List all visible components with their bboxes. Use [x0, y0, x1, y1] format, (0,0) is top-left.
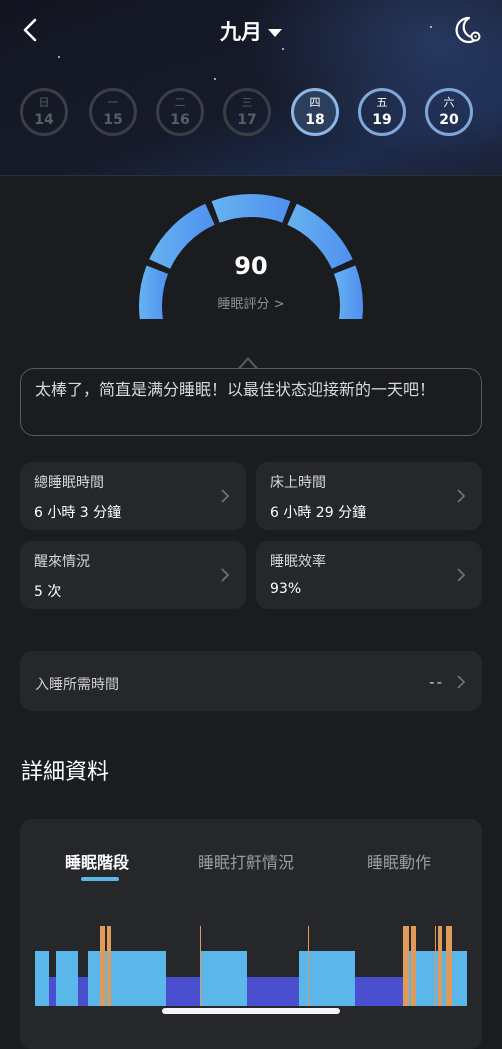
home-indicator	[162, 1008, 340, 1014]
day-14[interactable]: 日 14	[20, 88, 68, 136]
total-sleep-card[interactable]: 總睡眠時間 6 小時 3 分鐘	[20, 462, 246, 530]
latency-value: --	[429, 673, 444, 691]
chevron-right-icon	[221, 568, 230, 582]
month-label: 九月	[220, 20, 262, 44]
awake-marker	[107, 926, 111, 1006]
star-decoration	[58, 56, 60, 58]
card-value: 6 小時 29 分鐘	[270, 505, 367, 521]
date-label: 14	[34, 112, 54, 128]
awake-marker	[411, 926, 416, 1006]
weekday-label: 二	[174, 96, 186, 109]
awake-marker	[403, 926, 409, 1006]
details-panel: 睡眠階段 睡眠打鼾情況 睡眠動作	[20, 819, 482, 1049]
day-16[interactable]: 二 16	[156, 88, 204, 136]
date-label: 19	[372, 112, 392, 128]
date-label: 20	[439, 112, 459, 128]
weekday-label: 六	[443, 96, 455, 109]
sleep-score-link[interactable]: 睡眠評分 >	[0, 293, 502, 312]
in-bed-card[interactable]: 床上時間 6 小時 29 分鐘	[256, 462, 482, 530]
awake-marker	[446, 926, 452, 1006]
day-20[interactable]: 六 20	[425, 88, 473, 136]
weekday-label: 四	[309, 96, 321, 109]
chevron-right-icon	[221, 489, 230, 503]
card-value: 5 次	[34, 584, 62, 600]
weekday-label: 日	[38, 96, 50, 109]
efficiency-card[interactable]: 睡眠效率 93%	[256, 541, 482, 609]
weekday-label: 一	[107, 96, 119, 109]
star-decoration	[282, 48, 284, 50]
date-label: 18	[305, 112, 325, 128]
chevron-right-icon	[457, 675, 466, 689]
awake-marker	[100, 926, 105, 1006]
card-value: 6 小時 3 分鐘	[34, 505, 122, 521]
awake-card[interactable]: 醒來情況 5 次	[20, 541, 246, 609]
sleep-latency-row[interactable]: 入睡所需時間 --	[20, 651, 482, 711]
week-day-selector: 日 14 一 15 二 16 三 17 四 18 五 19 六 20	[20, 88, 482, 144]
chevron-right-icon	[457, 489, 466, 503]
latency-title: 入睡所需時間	[35, 677, 119, 693]
month-selector[interactable]: 九月	[0, 16, 502, 46]
weekday-label: 三	[241, 96, 253, 109]
light-sleep-block	[88, 951, 166, 1006]
day-17[interactable]: 三 17	[223, 88, 271, 136]
day-18[interactable]: 四 18	[291, 88, 339, 136]
light-sleep-block	[35, 951, 49, 1006]
awake-line	[435, 926, 436, 1006]
light-sleep-block	[56, 951, 78, 1006]
sleep-tip-bubble: 太棒了，简直是满分睡眠！以最佳状态迎接新的一天吧！	[20, 368, 482, 436]
card-title: 總睡眠時間	[34, 475, 104, 491]
light-sleep-block	[299, 951, 355, 1006]
sleep-score-value: 90	[234, 252, 268, 280]
header: 九月 日 14 一 15 二 16 三 17 四 18 五 19 六 20	[0, 0, 502, 176]
weekday-label: 五	[376, 96, 388, 109]
card-title: 睡眠效率	[270, 554, 326, 570]
day-19[interactable]: 五 19	[358, 88, 406, 136]
day-15[interactable]: 一 15	[89, 88, 137, 136]
date-label: 17	[237, 112, 257, 128]
awake-marker	[438, 926, 442, 1006]
light-sleep-block	[201, 951, 247, 1006]
date-label: 15	[103, 112, 123, 128]
awake-line	[308, 926, 309, 1006]
details-title: 詳細資料	[21, 760, 110, 785]
sleep-stage-chart	[35, 926, 467, 1006]
chevron-right-icon	[457, 568, 466, 582]
card-title: 床上時間	[270, 475, 326, 491]
card-title: 醒來情況	[34, 554, 90, 570]
awake-line	[200, 926, 201, 1006]
caret-down-icon	[268, 29, 282, 37]
star-decoration	[214, 78, 216, 80]
date-label: 16	[170, 112, 190, 128]
card-value: 93%	[270, 581, 302, 597]
gauge-segment	[211, 194, 291, 223]
moon-gear-icon[interactable]	[452, 14, 484, 46]
